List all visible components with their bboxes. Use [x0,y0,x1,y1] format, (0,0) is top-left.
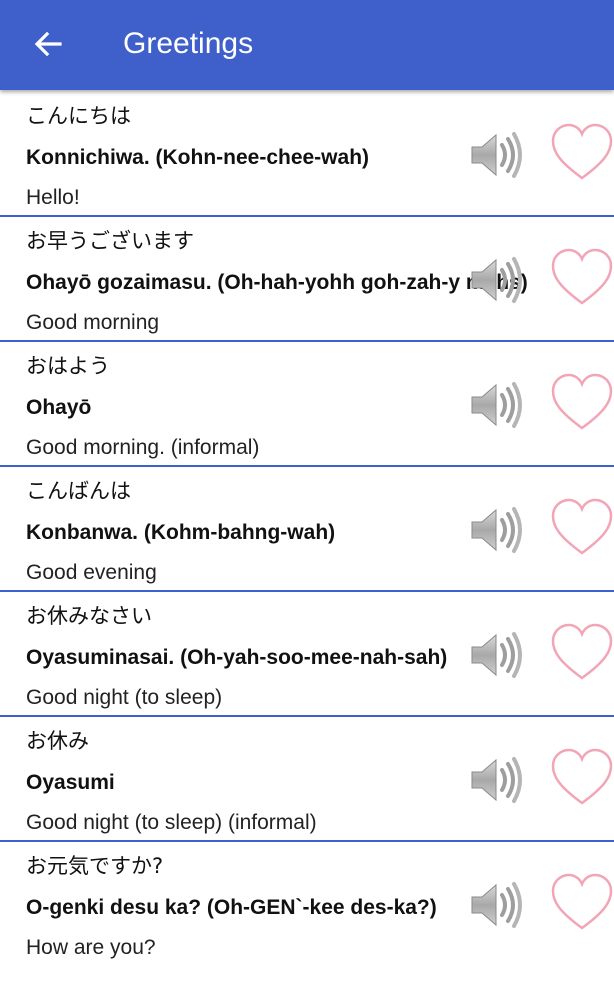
speaker-icon[interactable] [468,879,524,931]
english-text: How are you? [26,936,156,959]
english-text: Good evening [26,561,157,584]
romaji-text: Ohayō gozaimasu. (Oh-hah-yohh goh-zah-y … [26,271,528,294]
japanese-text: お休み [26,729,89,753]
japanese-text: お早うございます [26,229,194,253]
phrase-row: おはよう Ohayō Good morning. (informal) [0,342,614,467]
heart-outline-icon[interactable] [550,747,614,807]
speaker-icon[interactable] [468,504,524,556]
speaker-icon[interactable] [468,379,524,431]
heart-outline-icon[interactable] [550,622,614,682]
phrase-row: お休みなさい Oyasuminasai. (Oh-yah-soo-mee-nah… [0,592,614,717]
heart-outline-icon[interactable] [550,122,614,182]
heart-outline-icon[interactable] [550,372,614,432]
japanese-text: おはよう [26,354,110,378]
english-text: Good night (to sleep) [26,686,223,709]
japanese-text: お元気ですか? [26,854,164,878]
heart-outline-icon[interactable] [550,872,614,932]
romaji-text: O-genki desu ka? (Oh-GEN`-kee des-ka?) [26,896,437,919]
speaker-icon[interactable] [468,629,524,681]
english-text: Good night (to sleep) (informal) [26,811,317,834]
page-title: Greetings [123,27,254,60]
japanese-text: お休みなさい [26,604,152,628]
romaji-text: Ohayō [26,396,92,419]
phrase-row: こんにちは Konnichiwa. (Kohn-nee-chee-wah) He… [0,92,614,217]
back-button[interactable] [26,24,70,64]
english-text: Hello! [26,186,80,209]
heart-outline-icon[interactable] [550,247,614,307]
phrase-row: こんばんは Konbanwa. (Kohm-bahng-wah) Good ev… [0,467,614,592]
arrow-left-icon [34,31,62,57]
japanese-text: こんにちは [26,104,131,128]
english-text: Good morning. (informal) [26,436,260,459]
english-text: Good morning [26,311,160,334]
romaji-text: Oyasuminasai. (Oh-yah-soo-mee-nah-sah) [26,646,448,669]
speaker-icon[interactable] [468,254,524,306]
romaji-text: Konnichiwa. (Kohn-nee-chee-wah) [26,146,370,169]
phrase-list: こんにちは Konnichiwa. (Kohn-nee-chee-wah) He… [0,92,614,967]
phrase-row: お元気ですか? O-genki desu ka? (Oh-GEN`-kee de… [0,842,614,967]
speaker-icon[interactable] [468,754,524,806]
speaker-icon[interactable] [468,129,524,181]
phrase-row: お休み Oyasumi Good night (to sleep) (infor… [0,717,614,842]
phrase-row: お早うございます Ohayō gozaimasu. (Oh-hah-yohh g… [0,217,614,342]
romaji-text: Konbanwa. (Kohm-bahng-wah) [26,521,336,544]
japanese-text: こんばんは [26,479,131,503]
app-bar: Greetings [0,0,614,90]
romaji-text: Oyasumi [26,771,115,794]
heart-outline-icon[interactable] [550,497,614,557]
